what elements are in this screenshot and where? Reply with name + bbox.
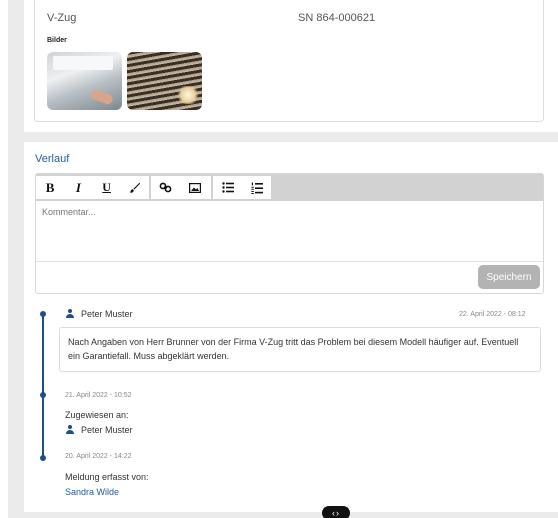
assigned-user-name: Peter Muster bbox=[81, 425, 133, 435]
brush-icon bbox=[130, 182, 141, 193]
device-serial: SN 864-000621 bbox=[298, 12, 376, 24]
user-icon bbox=[65, 309, 75, 319]
underline-button[interactable]: U bbox=[93, 176, 121, 199]
numbered-list-icon bbox=[250, 182, 263, 194]
user-icon bbox=[65, 425, 75, 435]
device-card-inner: V-Zug SN 864-000621 Bilder bbox=[34, 0, 544, 122]
thumbnail-hand bbox=[89, 88, 115, 106]
toolbar-group-insert bbox=[151, 176, 211, 199]
save-button[interactable]: Speichern bbox=[478, 265, 540, 289]
editor-toolbar: B I U bbox=[36, 174, 543, 201]
history-title: Verlauf bbox=[35, 153, 70, 165]
timeline-entry-date: 21. April 2022 - 10:52 bbox=[65, 392, 132, 399]
bullet-list-button[interactable] bbox=[213, 176, 242, 199]
timeline-user-name: Peter Muster bbox=[81, 309, 133, 319]
image-button[interactable] bbox=[180, 176, 209, 199]
assigned-user: Peter Muster bbox=[65, 425, 133, 435]
toolbar-group-lists bbox=[213, 176, 271, 199]
created-by-user-link[interactable]: Sandra Wilde bbox=[65, 487, 119, 497]
chevron-left-right-icon: ‹› bbox=[332, 508, 340, 518]
created-by-label: Meldung erfasst von: bbox=[65, 472, 149, 482]
brush-button[interactable] bbox=[121, 176, 149, 199]
toolbar-group-format: B I U bbox=[36, 176, 149, 199]
timeline-dot bbox=[40, 392, 46, 398]
link-button[interactable] bbox=[151, 176, 180, 199]
link-icon bbox=[159, 182, 172, 193]
device-name: V-Zug bbox=[47, 12, 77, 24]
assigned-to-label: Zugewiesen an: bbox=[65, 410, 129, 420]
image-thumbnail-1[interactable] bbox=[47, 52, 122, 110]
scroll-toggle-button[interactable]: ‹› bbox=[322, 506, 350, 518]
editor-footer: Speichern bbox=[36, 261, 543, 293]
images-label: Bilder bbox=[47, 37, 67, 44]
timeline-entry-date: 20. April 2022 - 14:22 bbox=[65, 453, 132, 460]
numbered-list-button[interactable] bbox=[242, 176, 271, 199]
timeline-comment: Nach Angaben von Herr Brunner von der Fi… bbox=[59, 327, 541, 372]
device-card: V-Zug SN 864-000621 Bilder bbox=[24, 0, 558, 132]
image-thumbnail-2[interactable] bbox=[127, 52, 202, 110]
timeline-dot bbox=[40, 455, 46, 461]
timeline-entry-user: Peter Muster bbox=[65, 309, 133, 319]
timeline-dot bbox=[40, 311, 46, 317]
left-rail bbox=[0, 0, 8, 518]
comment-input[interactable] bbox=[36, 201, 543, 261]
thumbnail-lamp bbox=[177, 86, 199, 104]
timeline-entry-date: 22. April 2022 - 08:12 bbox=[459, 311, 526, 318]
timeline-line bbox=[42, 314, 44, 458]
italic-button[interactable]: I bbox=[64, 176, 92, 199]
bold-button[interactable]: B bbox=[36, 176, 64, 199]
bullet-list-icon bbox=[221, 182, 234, 193]
comment-editor: B I U Kommentar... Speichern bbox=[35, 173, 544, 294]
thumbnail-light bbox=[53, 56, 113, 70]
image-icon bbox=[188, 182, 201, 193]
